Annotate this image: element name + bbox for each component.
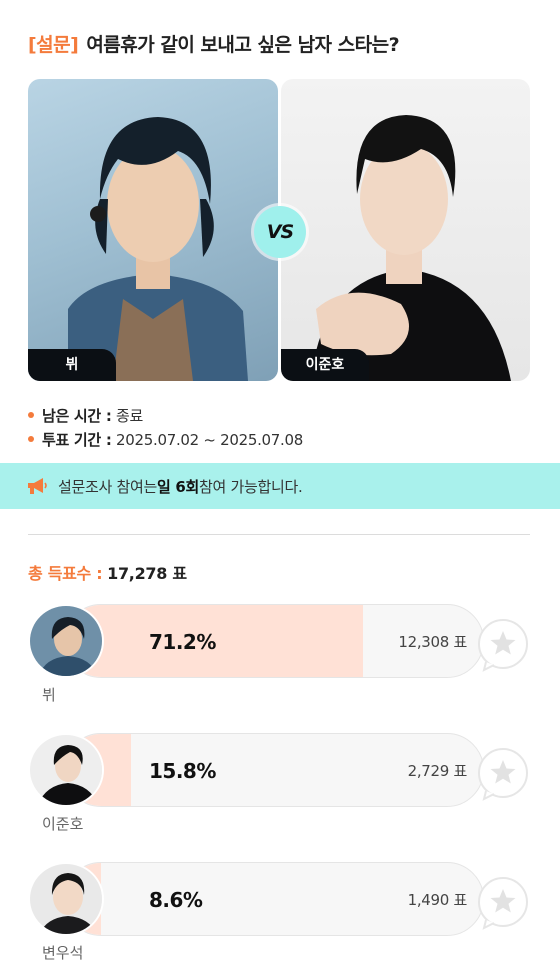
right-candidate-name: 이준호 xyxy=(281,349,369,381)
matchup-panel: 뷔 이준호 VS xyxy=(28,79,530,381)
vs-badge: VS xyxy=(254,206,306,258)
left-candidate-name: 뷔 xyxy=(28,349,116,381)
avatar xyxy=(28,604,104,678)
right-candidate-photo[interactable]: 이준호 xyxy=(281,79,530,381)
left-candidate-photo[interactable]: 뷔 xyxy=(28,79,278,381)
vote-bar[interactable]: 8.6% 1,490 표 xyxy=(64,862,484,936)
notice-prefix: 설문조사 참여는 xyxy=(58,477,157,496)
total-votes: 총 득표수 : 17,278 표 xyxy=(28,560,187,584)
megaphone-icon xyxy=(26,477,48,495)
remaining-time-label: 남은 시간 : xyxy=(42,407,112,425)
vote-bar[interactable]: 15.8% 2,729 표 xyxy=(64,733,484,807)
survey-title: [설문] 여름휴가 같이 보내고 싶은 남자 스타는? xyxy=(28,30,400,57)
candidate-name: 이준호 xyxy=(42,815,84,833)
vote-count: 12,308 표 xyxy=(398,633,467,651)
candidate-name: 변우석 xyxy=(42,944,84,962)
survey-tag: [설문] xyxy=(28,34,79,56)
bullet-dot-icon xyxy=(28,411,34,418)
vote-count: 1,490 표 xyxy=(407,891,468,909)
vote-period-row: 투표 기간 : 2025.07.02 ~ 2025.07.08 xyxy=(28,428,303,452)
vote-bar[interactable]: 71.2% 12,308 표 xyxy=(64,604,484,678)
vote-percent: 71.2% xyxy=(149,630,216,654)
right-portrait-image xyxy=(311,115,511,381)
star-bubble-icon[interactable] xyxy=(476,618,530,672)
candidate-name: 뷔 xyxy=(42,686,56,704)
total-votes-value: 17,278 표 xyxy=(107,564,187,583)
vote-period-label: 투표 기간 : xyxy=(42,431,112,449)
remaining-time-row: 남은 시간 : 종료 xyxy=(28,404,303,428)
candidate-result-1[interactable]: 71.2% 12,308 표 뷔 xyxy=(28,604,560,714)
survey-question: 여름휴가 같이 보내고 싶은 남자 스타는? xyxy=(86,34,400,56)
left-portrait-image xyxy=(68,117,248,381)
vote-period-value: 2025.07.02 ~ 2025.07.08 xyxy=(116,431,303,449)
notice-suffix: 참여 가능합니다. xyxy=(199,477,303,496)
bullet-dot-icon xyxy=(28,435,34,442)
survey-meta: 남은 시간 : 종료 투표 기간 : 2025.07.02 ~ 2025.07.… xyxy=(28,404,303,452)
participation-notice: 설문조사 참여는 일 6회 참여 가능합니다. xyxy=(0,463,560,509)
vote-count: 2,729 표 xyxy=(407,762,468,780)
section-divider xyxy=(28,534,530,535)
star-bubble-icon[interactable] xyxy=(476,876,530,930)
vote-percent: 8.6% xyxy=(149,888,203,912)
candidate-result-3[interactable]: 8.6% 1,490 표 변우석 xyxy=(28,862,560,972)
candidate-result-2[interactable]: 15.8% 2,729 표 이준호 xyxy=(28,733,560,843)
total-votes-label: 총 득표수 : xyxy=(28,564,103,583)
vote-percent: 15.8% xyxy=(149,759,216,783)
remaining-time-value: 종료 xyxy=(116,407,144,425)
star-bubble-icon[interactable] xyxy=(476,747,530,801)
avatar xyxy=(28,862,104,936)
notice-highlight: 일 6회 xyxy=(156,477,200,496)
avatar xyxy=(28,733,104,807)
